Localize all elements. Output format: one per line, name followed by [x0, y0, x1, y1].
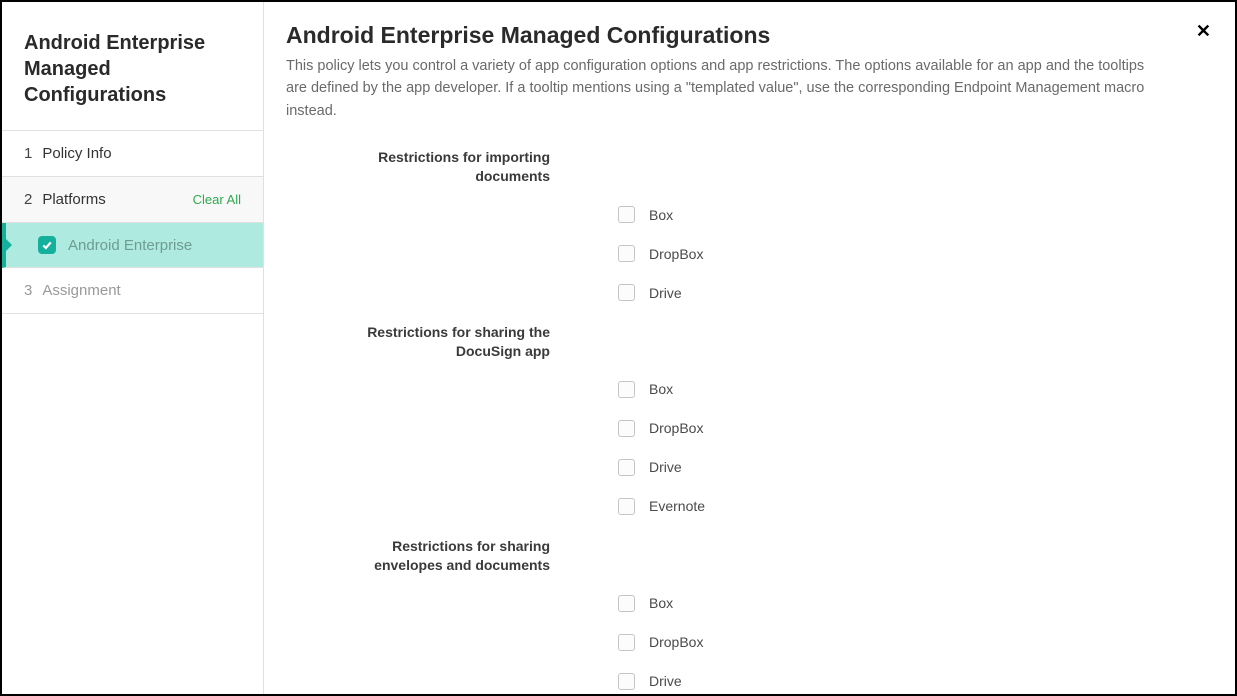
clear-all-link[interactable]: Clear All: [193, 192, 241, 207]
section-label-col: Restrictions for importing documents: [286, 148, 586, 186]
option-row: Drive: [618, 673, 1209, 690]
option-label: Drive: [649, 459, 682, 475]
step-label: Platforms: [42, 191, 192, 208]
option-row: Drive: [618, 459, 1209, 476]
step-label: Policy Info: [42, 145, 241, 162]
option-row: Evernote: [618, 498, 1209, 515]
sidebar-item-android-enterprise[interactable]: Android Enterprise: [2, 223, 263, 268]
step-policy-info[interactable]: 1 Policy Info: [2, 131, 263, 177]
option-checkbox[interactable]: [618, 634, 635, 651]
section-header: Restrictions for importing documents: [286, 148, 1209, 186]
sidebar-item-label: Android Enterprise: [68, 237, 192, 254]
option-row: DropBox: [618, 420, 1209, 437]
option-label: Evernote: [649, 498, 705, 514]
option-row: Box: [618, 381, 1209, 398]
option-checkbox[interactable]: [618, 673, 635, 690]
option-checkbox[interactable]: [618, 420, 635, 437]
sidebar-title: Android Enterprise Managed Configuration…: [2, 2, 263, 131]
option-row: Box: [618, 206, 1209, 223]
option-label: DropBox: [649, 246, 703, 262]
option-checkbox[interactable]: [618, 595, 635, 612]
option-checkbox[interactable]: [618, 284, 635, 301]
main-panel: ✕ Android Enterprise Managed Configurati…: [264, 2, 1235, 694]
section-header: Restrictions for sharing envelopes and d…: [286, 537, 1209, 575]
section-label-col: Restrictions for sharing the DocuSign ap…: [286, 323, 586, 361]
option-row: DropBox: [618, 245, 1209, 262]
step-number: 1: [24, 145, 32, 162]
section-label-col: Restrictions for sharing envelopes and d…: [286, 537, 586, 575]
step-assignment[interactable]: 3 Assignment: [2, 268, 263, 314]
page-title: Android Enterprise Managed Configuration…: [286, 22, 1209, 49]
option-label: Box: [649, 207, 673, 223]
option-label: DropBox: [649, 634, 703, 650]
close-icon: ✕: [1196, 21, 1211, 41]
option-checkbox[interactable]: [618, 381, 635, 398]
config-section: Restrictions for importing documents Box D…: [286, 148, 1209, 301]
option-row: Drive: [618, 284, 1209, 301]
checkmark-icon[interactable]: [38, 236, 56, 254]
step-platforms[interactable]: 2 Platforms Clear All: [2, 177, 263, 223]
sidebar: Android Enterprise Managed Configuration…: [2, 2, 264, 694]
config-section: Restrictions for sharing envelopes and d…: [286, 537, 1209, 694]
section-label: Restrictions for sharing the DocuSign ap…: [326, 323, 550, 361]
section-label: Restrictions for importing documents: [326, 148, 550, 186]
page-description: This policy lets you control a variety o…: [286, 55, 1209, 122]
option-checkbox[interactable]: [618, 245, 635, 262]
option-label: Drive: [649, 285, 682, 301]
close-button[interactable]: ✕: [1196, 22, 1211, 40]
option-label: Box: [649, 381, 673, 397]
step-number: 2: [24, 191, 32, 208]
step-number: 3: [24, 282, 32, 299]
option-checkbox[interactable]: [618, 498, 635, 515]
option-checkbox[interactable]: [618, 206, 635, 223]
option-row: Box: [618, 595, 1209, 612]
section-header: Restrictions for sharing the DocuSign ap…: [286, 323, 1209, 361]
option-label: DropBox: [649, 420, 703, 436]
option-label: Box: [649, 595, 673, 611]
option-checkbox[interactable]: [618, 459, 635, 476]
config-section: Restrictions for sharing the DocuSign ap…: [286, 323, 1209, 515]
step-label: Assignment: [42, 282, 241, 299]
option-label: Drive: [649, 673, 682, 689]
option-row: DropBox: [618, 634, 1209, 651]
section-label: Restrictions for sharing envelopes and d…: [326, 537, 550, 575]
